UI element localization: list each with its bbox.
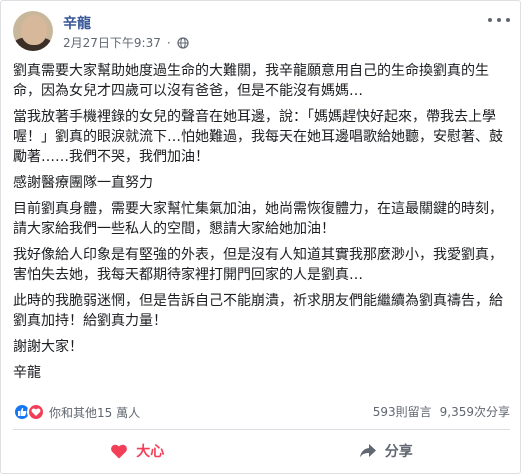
facebook-post-card: 辛龍 2月27日下午9:37 · 劉真需要大家幫助她度過生命的大難關，我辛龍願意… [0, 0, 521, 474]
post-paragraph: 劉真需要大家幫助她度過生命的大難關，我辛龍願意用自己的生命換劉真的生命，因為女兒… [13, 63, 489, 99]
post-paragraph: 目前劉真身體，需要大家幫忙集氣加油，她尚需恢復體力，在這最關鍵的時刻，請大家給我… [13, 201, 503, 237]
divider [13, 429, 510, 430]
post-timestamp[interactable]: 2月27日下午9:37 [63, 34, 161, 51]
heart-icon [111, 444, 128, 459]
share-count[interactable]: 9,359次分享 [440, 403, 510, 420]
more-options-icon[interactable] [488, 13, 510, 27]
share-arrow-icon [359, 444, 376, 458]
post-header: 辛龍 2月27日下午9:37 · [13, 11, 510, 55]
love-label: 大心 [136, 444, 165, 460]
reactions-summary[interactable]: 你和其他15 萬人 [13, 403, 140, 421]
avatar[interactable] [13, 11, 53, 51]
post-paragraph: 當我放著手機裡錄的女兒的聲音在她耳邊，說：「媽媽趕快好起來，帶我去上學喔！」劉真… [13, 109, 503, 165]
post-body: 劉真需要大家幫助她度過生命的大難關，我辛龍願意用自己的生命換劉真的生命，因為女兒… [13, 61, 510, 389]
comment-count[interactable]: 593則留言 [373, 403, 432, 420]
post-signature: 辛龍 [13, 365, 41, 381]
love-reaction-icon [27, 403, 45, 421]
post-paragraph: 我好像給人印象是有堅強的外表，但是沒有人知道其實我那麼渺小，我愛劉真，害怕失去她… [13, 247, 503, 283]
post-paragraph: 謝謝大家！ [13, 339, 83, 355]
globe-icon [177, 36, 189, 49]
post-stats: 你和其他15 萬人 593則留言 9,359次分享 [13, 401, 510, 421]
share-button[interactable]: 分享 [262, 433, 511, 469]
dot-separator: · [166, 35, 171, 50]
engagement-counts: 593則留言 9,359次分享 [373, 403, 510, 420]
post-paragraph: 感謝醫療團隊一直努力 [13, 175, 153, 191]
post-meta: 2月27日下午9:37 · [63, 34, 189, 51]
reaction-count: 你和其他15 萬人 [49, 405, 141, 420]
post-actions: 大心 分享 [13, 433, 510, 469]
share-label: 分享 [384, 444, 413, 460]
love-button[interactable]: 大心 [13, 433, 262, 469]
post-paragraph: 此時的我脆弱迷惘，但是告訴自己不能崩潰，祈求朋友們能繼續為劉真禱告，給劉真加持！… [13, 293, 503, 329]
author-name[interactable]: 辛龍 [63, 13, 91, 33]
